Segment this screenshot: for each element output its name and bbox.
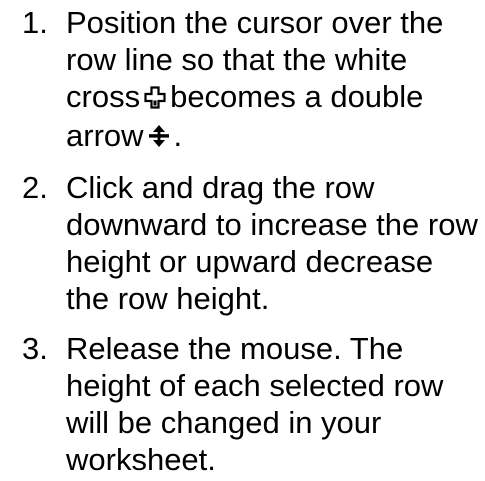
step-item: 2. Click and drag the row downward to in… — [0, 169, 485, 317]
step-text-line: will be changed in your — [66, 405, 382, 440]
step-text-line: Position the cursor over the — [66, 5, 444, 40]
step-text-line: height of each selected row — [66, 368, 444, 403]
step-text-line: downward to increase the row — [66, 207, 478, 242]
step-text-line: Release the mouse. The — [66, 331, 404, 366]
step-text-line: Click and drag the row — [66, 170, 375, 205]
instruction-steps: 1. Position the cursor over the row line… — [0, 0, 485, 478]
white-cross-cursor-icon — [144, 80, 166, 117]
step-text-line: cross — [66, 79, 141, 114]
step-item: 3. Release the mouse. The height of each… — [0, 330, 485, 478]
step-text-line: becomes a double — [170, 79, 424, 114]
step-number: 3. — [22, 331, 48, 366]
step-text-line: . — [173, 118, 183, 153]
step-text-line: row line so that the white — [66, 42, 408, 77]
step-text-line: the row height. — [66, 281, 270, 316]
step-number: 2. — [22, 170, 48, 205]
double-arrow-cursor-icon — [148, 119, 170, 156]
step-item: 1. Position the cursor over the row line… — [0, 4, 485, 156]
step-text-line: height or upward decrease — [66, 244, 434, 279]
step-text-line: arrow — [66, 118, 144, 153]
step-text-line: worksheet. — [66, 442, 216, 477]
step-number: 1. — [22, 5, 48, 40]
